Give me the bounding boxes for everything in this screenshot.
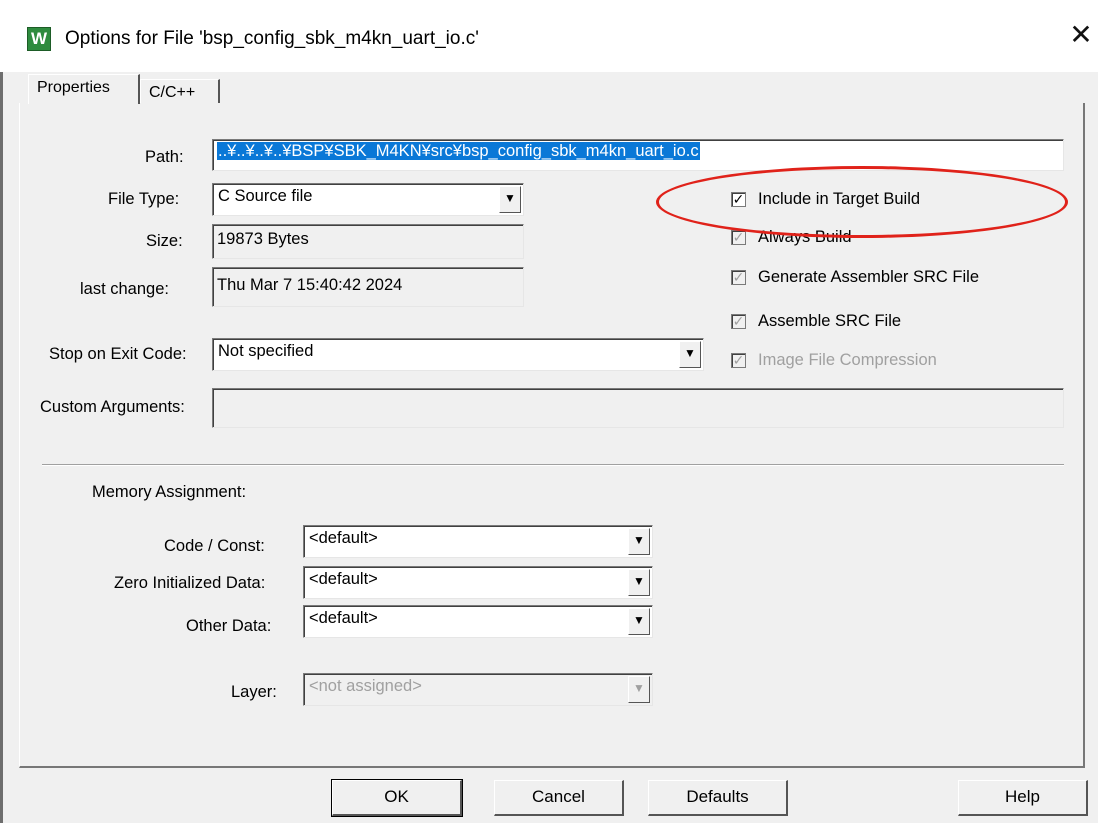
assemble-src-label: Assemble SRC File — [758, 312, 902, 330]
zero-init-dropdown[interactable]: <default> ▼ — [303, 566, 653, 599]
file-type-value: C Source file — [218, 187, 313, 205]
window-title: Options for File 'bsp_config_sbk_m4kn_ua… — [65, 28, 479, 49]
include-target-build-label: Include in Target Build — [758, 190, 921, 208]
window-border — [0, 72, 3, 823]
checkbox-checked-icon: ✓ — [731, 352, 746, 368]
zero-init-label: Zero Initialized Data: — [114, 574, 266, 592]
other-data-value: <default> — [309, 609, 378, 627]
custom-args-label: Custom Arguments: — [40, 398, 185, 416]
path-label: Path: — [145, 148, 184, 166]
zero-init-value: <default> — [309, 570, 378, 588]
checkbox-checked-icon: ✓ — [731, 229, 746, 245]
code-const-value: <default> — [309, 529, 378, 547]
chevron-down-icon: ▼ — [628, 676, 650, 703]
close-icon[interactable]: ✕ — [1066, 20, 1096, 50]
generate-asm-label: Generate Assembler SRC File — [758, 268, 980, 286]
file-type-label: File Type: — [108, 190, 180, 208]
ok-button[interactable]: OK — [331, 779, 463, 817]
code-const-dropdown[interactable]: <default> ▼ — [303, 525, 653, 558]
chevron-down-icon[interactable]: ▼ — [679, 341, 701, 368]
chevron-down-icon[interactable]: ▼ — [628, 528, 650, 555]
size-field: 19873 Bytes — [212, 224, 524, 259]
path-value: ..¥..¥..¥..¥BSP¥SBK_M4KN¥src¥bsp_config_… — [217, 142, 700, 160]
defaults-button[interactable]: Defaults — [648, 780, 788, 816]
stop-exit-label: Stop on Exit Code: — [49, 345, 187, 363]
layer-label: Layer: — [231, 683, 277, 701]
other-data-label: Other Data: — [186, 617, 272, 635]
layer-dropdown: <not assigned> ▼ — [303, 673, 653, 706]
app-icon: W — [27, 27, 51, 51]
file-type-dropdown[interactable]: C Source file ▼ — [212, 183, 524, 216]
checkbox-checked-icon[interactable]: ✓ — [731, 192, 746, 207]
custom-args-field[interactable] — [212, 388, 1064, 428]
help-button[interactable]: Help — [958, 780, 1088, 816]
chevron-down-icon[interactable]: ▼ — [628, 569, 650, 596]
stop-exit-value: Not specified — [218, 342, 314, 360]
image-compression-label: Image File Compression — [758, 351, 937, 369]
path-field[interactable]: ..¥..¥..¥..¥BSP¥SBK_M4KN¥src¥bsp_config_… — [212, 139, 1064, 171]
other-data-dropdown[interactable]: <default> ▼ — [303, 605, 653, 638]
last-change-label: last change: — [80, 280, 169, 298]
chevron-down-icon[interactable]: ▼ — [499, 186, 521, 213]
tab-properties[interactable]: Properties — [28, 74, 140, 104]
checkbox-checked-icon: ✓ — [731, 269, 746, 285]
include-target-build-checkbox[interactable]: ✓ Include in Target Build — [731, 190, 920, 209]
layer-value: <not assigned> — [309, 677, 422, 695]
tab-c-cpp[interactable]: C/C++ — [140, 79, 220, 103]
stop-exit-dropdown[interactable]: Not specified ▼ — [212, 338, 704, 371]
assemble-src-checkbox: ✓ Assemble SRC File — [731, 312, 901, 331]
image-compression-checkbox: ✓ Image File Compression — [731, 351, 937, 370]
checkbox-checked-icon: ✓ — [731, 313, 746, 329]
always-build-checkbox: ✓ Always Build — [731, 228, 852, 247]
size-label: Size: — [146, 232, 183, 250]
always-build-label: Always Build — [758, 228, 852, 246]
code-const-label: Code / Const: — [164, 537, 265, 555]
generate-asm-checkbox: ✓ Generate Assembler SRC File — [731, 268, 979, 287]
chevron-down-icon[interactable]: ▼ — [628, 608, 650, 635]
last-change-field: Thu Mar 7 15:40:42 2024 — [212, 267, 524, 307]
cancel-button[interactable]: Cancel — [494, 780, 624, 816]
section-divider — [42, 464, 1064, 466]
memory-heading: Memory Assignment: — [92, 483, 247, 501]
